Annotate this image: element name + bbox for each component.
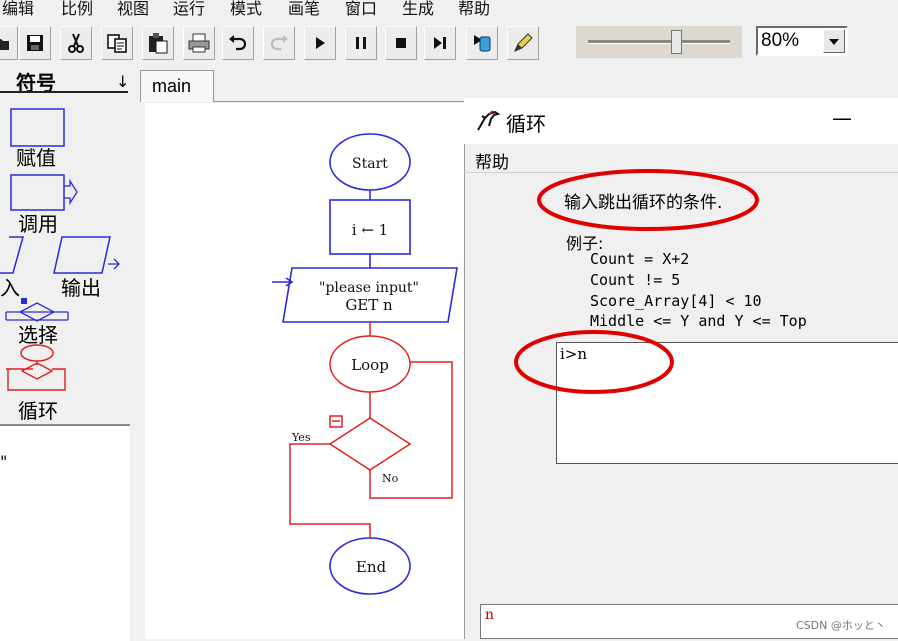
annotation-circle [514,330,674,394]
annotation-circle [537,169,759,231]
annotations [514,169,759,394]
watermark: CSDN @ホッと丶 [796,619,886,632]
